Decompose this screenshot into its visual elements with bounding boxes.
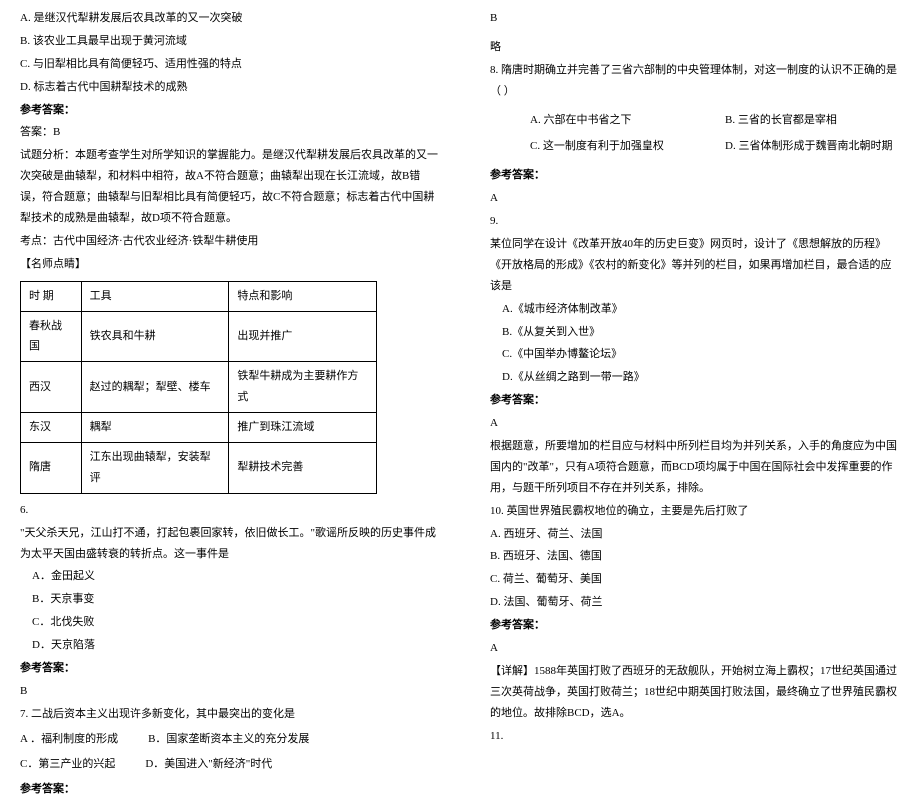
q9-number: 9. <box>490 211 900 232</box>
right-column: B 略 8. 隋唐时期确立并完善了三省六部制的中央管理体制，对这一制度的认识不正… <box>460 0 920 651</box>
q7-stem: 7. 二战后资本主义出现许多新变化，其中最突出的变化是 <box>20 704 440 725</box>
q10-opt-b: B. 西班牙、法国、德国 <box>490 546 900 567</box>
q9-answer: A <box>490 413 900 434</box>
q8-opt-d: D. 三省体制形成于魏晋南北朝时期 <box>725 136 900 157</box>
q5-answer-text: 答案：B <box>20 122 440 143</box>
table-cell: 江东出现曲辕犁，安装犁评 <box>81 443 229 494</box>
q11-number: 11. <box>490 726 900 747</box>
q10-detail-label: 【详解】 <box>490 665 534 677</box>
q5-opt-a: A. 是继汉代犁耕发展后农具改革的又一次突破 <box>20 8 440 29</box>
q6-opt-b: B．天京事变 <box>20 589 440 610</box>
table-cell: 犁耕技术完善 <box>229 443 377 494</box>
q7-opt-c: C．第三产业的兴起 <box>20 754 115 775</box>
table-cell: 工具 <box>81 281 229 311</box>
q6-answer: B <box>20 681 440 702</box>
q8-stem: 8. 隋唐时期确立并完善了三省六部制的中央管理体制，对这一制度的认识不正确的是（… <box>490 60 900 102</box>
q8-answer-label: 参考答案： <box>490 165 900 186</box>
q10-stem: 10. 英国世界殖民霸权地位的确立，主要是先后打败了 <box>490 501 900 522</box>
q5-analysis1: 试题分析：本题考查学生对所学知识的掌握能力。是继汉代犁耕发展后农具改革的又一次突… <box>20 145 440 229</box>
q5-opt-b: B. 该农业工具最早出现于黄河流域 <box>20 31 440 52</box>
table-cell: 特点和影响 <box>229 281 377 311</box>
q5-teacher-note: 【名师点睛】 <box>20 254 440 275</box>
q6-opt-c: C．北伐失败 <box>20 612 440 633</box>
table-row: 西汉 赵过的耦犁；犁壁、楼车 铁犁牛耕成为主要耕作方式 <box>21 362 377 413</box>
q9-opt-a: A.《城市经济体制改革》 <box>490 299 900 320</box>
q10-answer: A <box>490 638 900 659</box>
table-row: 春秋战国 铁农具和牛耕 出现并推广 <box>21 311 377 362</box>
q7-opt-d: D．美国进入"新经济"时代 <box>145 754 272 775</box>
q6-opt-d: D．天京陷落 <box>20 635 440 656</box>
table-cell: 西汉 <box>21 362 82 413</box>
q8-opt-b: B. 三省的长官都是宰相 <box>725 110 900 131</box>
q9-answer-label: 参考答案： <box>490 390 900 411</box>
q9-stem: 某位同学在设计《改革开放40年的历史巨变》网页时，设计了《思想解放的历程》《开放… <box>490 234 900 297</box>
table-cell: 铁农具和牛耕 <box>81 311 229 362</box>
table-cell: 东汉 <box>21 413 82 443</box>
q7-answer-label: 参考答案： <box>20 779 440 799</box>
q6-opt-a: A．金田起义 <box>20 566 440 587</box>
q10-opt-c: C. 荷兰、葡萄牙、美国 <box>490 569 900 590</box>
q10-detail: 【详解】1588年英国打败了西班牙的无敌舰队，开始树立海上霸权；17世纪英国通过… <box>490 661 900 724</box>
q6-answer-label: 参考答案： <box>20 658 440 679</box>
q7-note: 略 <box>490 37 900 58</box>
q9-opt-d: D.《从丝绸之路到一带一路》 <box>490 367 900 388</box>
q8-options: A. 六部在中书省之下 B. 三省的长官都是宰相 C. 这一制度有利于加强皇权 … <box>530 110 900 158</box>
q9-analysis: 根据题意，所要增加的栏目应与材料中所列栏目均为并列关系，入手的角度应为中国国内的… <box>490 436 900 499</box>
history-table: 时 期 工具 特点和影响 春秋战国 铁农具和牛耕 出现并推广 西汉 赵过的耦犁；… <box>20 281 377 494</box>
q7-answer: B <box>490 8 900 29</box>
q5-analysis2: 考点：古代中国经济·古代农业经济·铁犁牛耕使用 <box>20 231 440 252</box>
q9-opt-b: B.《从复关到入世》 <box>490 322 900 343</box>
q8-opt-a: A. 六部在中书省之下 <box>530 110 705 131</box>
table-cell: 时 期 <box>21 281 82 311</box>
q5-opt-c: C. 与旧犁相比具有简便轻巧、适用性强的特点 <box>20 54 440 75</box>
q5-opt-d: D. 标志着古代中国耕犁技术的成熟 <box>20 77 440 98</box>
q10-opt-a: A. 西班牙、荷兰、法国 <box>490 524 900 545</box>
table-cell: 耦犁 <box>81 413 229 443</box>
q8-answer: A <box>490 188 900 209</box>
q6-number: 6. <box>20 500 440 521</box>
table-cell: 铁犁牛耕成为主要耕作方式 <box>229 362 377 413</box>
q8-opt-c: C. 这一制度有利于加强皇权 <box>530 136 705 157</box>
table-cell: 隋唐 <box>21 443 82 494</box>
q7-options-row2: C．第三产业的兴起 D．美国进入"新经济"时代 <box>20 754 440 775</box>
q9-opt-c: C.《中国举办博鳌论坛》 <box>490 344 900 365</box>
q7-number: 7. <box>20 708 28 720</box>
table-row: 时 期 工具 特点和影响 <box>21 281 377 311</box>
table-row: 隋唐 江东出现曲辕犁，安装犁评 犁耕技术完善 <box>21 443 377 494</box>
q10-answer-label: 参考答案： <box>490 615 900 636</box>
table-cell: 春秋战国 <box>21 311 82 362</box>
q7-opt-b: B．国家垄断资本主义的充分发展 <box>148 729 309 750</box>
left-column: A. 是继汉代犁耕发展后农具改革的又一次突破 B. 该农业工具最早出现于黄河流域… <box>0 0 460 651</box>
table-cell: 出现并推广 <box>229 311 377 362</box>
q5-answer-label: 参考答案： <box>20 100 440 121</box>
q7-options-row1: A ．福利制度的形成 B．国家垄断资本主义的充分发展 <box>20 729 440 750</box>
table-cell: 推广到珠江流域 <box>229 413 377 443</box>
table-cell: 赵过的耦犁；犁壁、楼车 <box>81 362 229 413</box>
table-row: 东汉 耦犁 推广到珠江流域 <box>21 413 377 443</box>
q6-stem: "天父杀天兄，江山打不通，打起包裹回家转，依旧做长工。"歌谣所反映的历史事件成为… <box>20 523 440 565</box>
q10-opt-d: D. 法国、葡萄牙、荷兰 <box>490 592 900 613</box>
q7-opt-a: A ．福利制度的形成 <box>20 729 118 750</box>
